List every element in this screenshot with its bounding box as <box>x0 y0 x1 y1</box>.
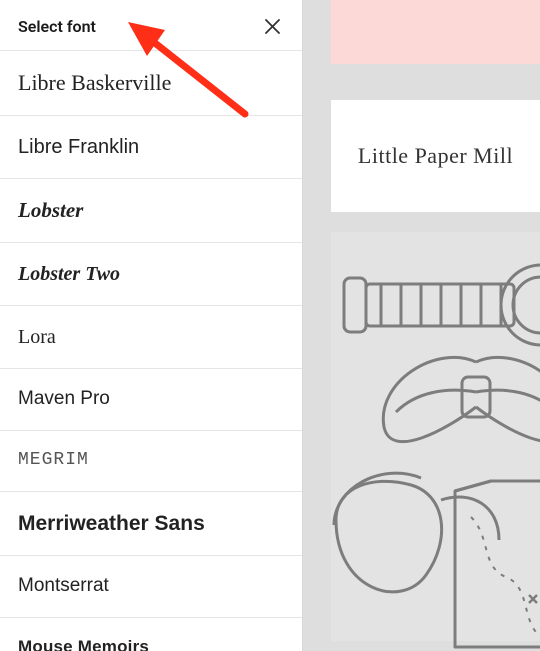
font-option-lora[interactable]: Lora <box>0 306 302 369</box>
font-option-lobster[interactable]: Lobster <box>0 179 302 243</box>
preview-title-card: Little Paper Mill <box>331 100 540 212</box>
preview-banner <box>331 0 540 64</box>
illustration-map-icon <box>451 477 540 651</box>
panel-title: Select font <box>18 17 96 36</box>
close-icon <box>265 19 280 34</box>
font-option-maven-pro[interactable]: Maven Pro <box>0 369 302 431</box>
font-option-libre-franklin[interactable]: Libre Franklin <box>0 116 302 179</box>
font-option-lobster-two[interactable]: Lobster Two <box>0 243 302 306</box>
illustration-watch-icon <box>341 260 540 350</box>
font-option-megrim[interactable]: Megrim <box>0 431 302 492</box>
font-list: Libre BaskervilleLibre FranklinLobsterLo… <box>0 50 302 651</box>
preview-site-title: Little Paper Mill <box>358 143 513 169</box>
font-option-merriweather-sans[interactable]: Merriweather Sans <box>0 492 302 556</box>
preview-illustration <box>331 232 540 641</box>
font-option-libre-baskerville[interactable]: Libre Baskerville <box>0 50 302 116</box>
panel-header: Select font <box>0 0 302 50</box>
close-button[interactable] <box>260 14 284 38</box>
font-option-mouse-memoirs[interactable]: Mouse Memoirs <box>0 618 302 651</box>
font-option-montserrat[interactable]: Montserrat <box>0 556 302 618</box>
illustration-bowtie-icon <box>376 352 540 462</box>
font-select-panel: Select font Libre BaskervilleLibre Frank… <box>0 0 303 651</box>
site-preview: Little Paper Mill <box>303 0 540 651</box>
